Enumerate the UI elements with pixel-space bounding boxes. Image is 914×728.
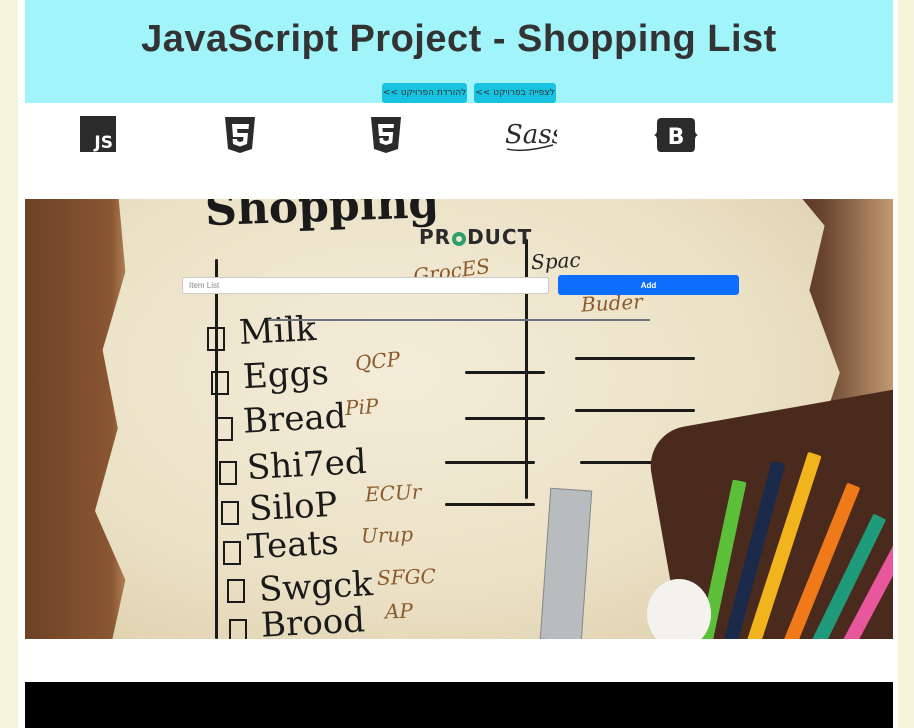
paper-checkbox [223, 541, 241, 565]
paper-item: Bread [242, 396, 348, 442]
paper-margin-line [215, 259, 218, 639]
svg-text:B: B [668, 125, 685, 150]
paper-note: AP [384, 598, 414, 624]
eraser-image [647, 579, 711, 639]
page-title: JavaScript Project - Shopping List [141, 18, 777, 60]
paper-checkbox [215, 417, 233, 441]
paper-item: Eggs [242, 352, 330, 398]
product-logo: PR DUCT [419, 225, 532, 249]
product-logo-text: PR [419, 225, 452, 249]
paper-line [465, 371, 545, 374]
svg-text:JS: JS [93, 133, 113, 152]
paper-checkbox [227, 579, 245, 603]
paper-checkbox [229, 619, 247, 639]
add-button[interactable]: Add [558, 275, 739, 295]
paper-line [575, 409, 695, 412]
list-divider [268, 319, 650, 321]
product-logo-text: DUCT [467, 225, 533, 249]
javascript-logo: JS [80, 116, 116, 157]
paper-line [445, 461, 535, 464]
sass-logo: Sass [503, 115, 565, 160]
paper-line [575, 357, 695, 360]
bootstrap-logo: B [653, 115, 699, 160]
item-list-input[interactable] [182, 277, 549, 294]
hero-image: Shopping Milk Eggs Bread Shi7ed SiloP Te… [25, 199, 893, 639]
header-banner: JavaScript Project - Shopping List להורד… [25, 0, 893, 103]
paper-checkbox [221, 501, 239, 525]
paper-line [465, 417, 545, 420]
paper-checkbox [211, 371, 229, 395]
tech-logos-row: JS Sass B [25, 103, 893, 199]
page: JavaScript Project - Shopping List להורד… [18, 0, 898, 728]
product-logo-icon [452, 231, 467, 246]
paper-note: ECUr [364, 479, 422, 507]
paper-item: Shi7ed [246, 441, 368, 489]
paper-item: Teats [246, 522, 340, 568]
paper-item: Brood [260, 600, 366, 639]
paper-item: Milk [238, 309, 318, 353]
download-project-button[interactable]: להורדת הפרויקט >> [382, 83, 467, 103]
paper-note: Spac [530, 247, 582, 275]
css3-logo [221, 116, 259, 159]
paper-note: Urup [360, 522, 414, 548]
paper-checkbox [207, 327, 225, 351]
footer [25, 682, 893, 728]
view-project-button[interactable]: לצפייה בפרויקט >> [474, 83, 556, 103]
paper-checkbox [219, 461, 237, 485]
paper-line [445, 503, 535, 506]
html5-logo [369, 116, 403, 159]
paper-note: SFGC [376, 563, 437, 591]
paper-note: QCP [353, 346, 402, 376]
paper-note: PiP [344, 393, 380, 421]
